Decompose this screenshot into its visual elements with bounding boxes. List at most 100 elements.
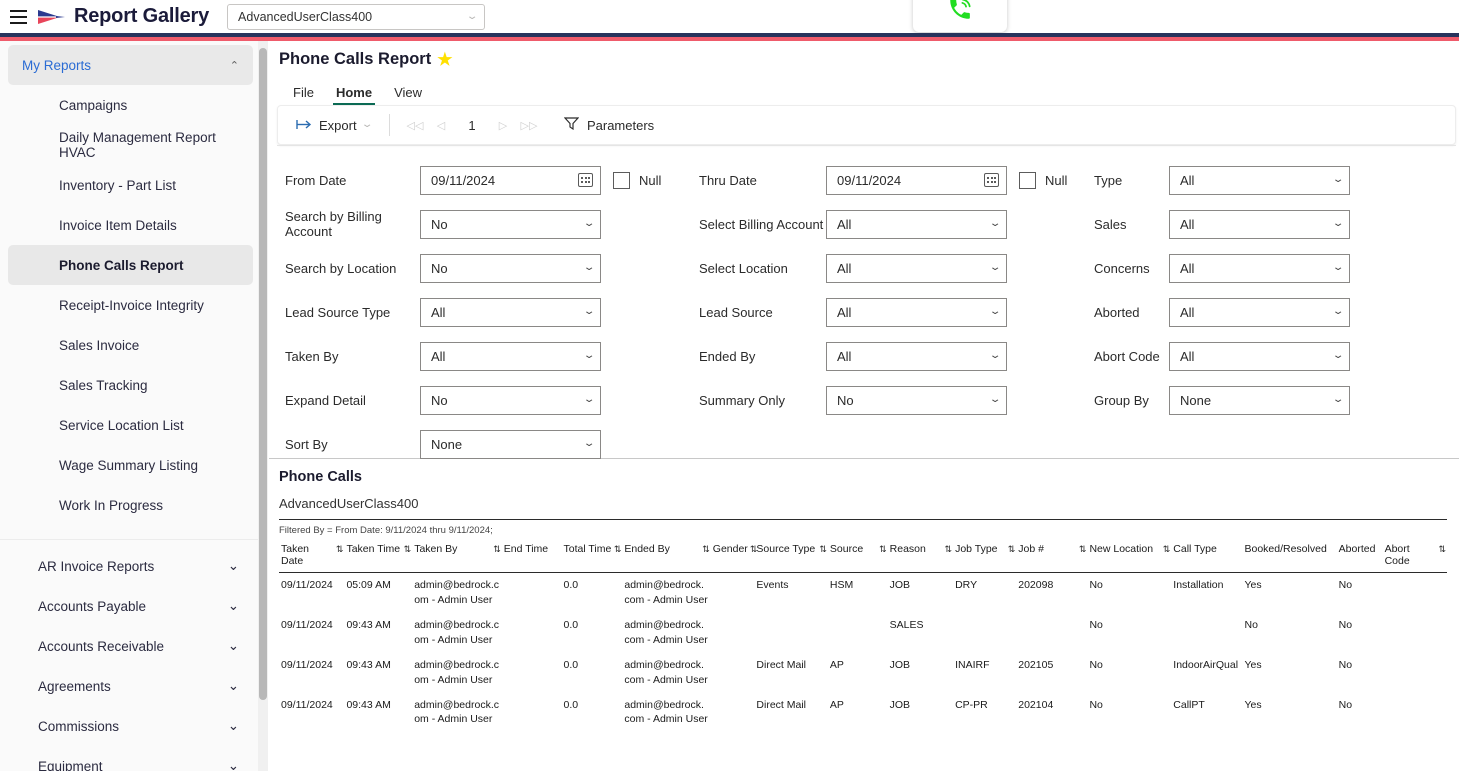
sidebar-group-ar-invoice-reports[interactable]: AR Invoice Reports ⌄ [8,546,253,586]
tab-view[interactable]: View [385,83,431,105]
sort-icon[interactable]: ⇅ [336,543,343,554]
param-search-by-location: Search by Location No ⌄ [285,246,685,290]
search-by-billing-account-select[interactable]: No ⌄ [420,209,601,239]
col-taken-time[interactable]: Taken Time ⇅ [344,540,413,574]
sidebar-item-receipt-invoice-integrity[interactable]: Receipt-Invoice Integrity [8,285,253,325]
sort-icon[interactable]: ⇅ [614,543,621,554]
table-header-row: Taken Date ⇅ Taken Time ⇅ Taken By ⇅ End Ti… [279,540,1447,574]
sidebar-item-sales-tracking[interactable]: Sales Tracking [8,365,253,405]
aborted-select[interactable]: All ⌄ [1169,297,1350,327]
taken-by-select[interactable]: All ⌄ [420,341,601,371]
sidebar-item-invoice-item-details[interactable]: Invoice Item Details [8,205,253,245]
col-gender[interactable]: Gender ⇅ [710,540,757,574]
col-aborted[interactable]: Aborted [1336,540,1383,574]
sort-by-select[interactable]: None ⌄ [420,429,601,459]
user-class-select[interactable]: AdvancedUserClass400 ⌄ [227,3,486,30]
sort-icon[interactable]: ⇅ [750,543,757,554]
hamburger-menu-icon[interactable] [0,0,34,33]
summary-only-select[interactable]: No ⌄ [826,385,1007,415]
sidebar-group-agreements[interactable]: Agreements ⌄ [8,666,253,706]
lead-source-type-select[interactable]: All ⌄ [420,297,601,327]
parameters-button[interactable]: Parameters [563,117,654,133]
col-booked-resolved[interactable]: Booked/Resolved [1242,540,1337,574]
sidebar-group-accounts-receivable[interactable]: Accounts Receivable ⌄ [8,626,253,666]
sidebar-item-sales-invoice[interactable]: Sales Invoice [8,325,253,365]
col-ended-by[interactable]: Ended By ⇅ [622,540,711,574]
search-by-location-select[interactable]: No ⌄ [420,253,601,283]
sort-icon[interactable]: ⇅ [1438,543,1445,554]
table-row[interactable]: 09/11/2024 09:43 AM admin@bedrock.com - … [279,653,1447,693]
col-source[interactable]: Source ⇅ [827,540,888,574]
ended-by-select[interactable]: All ⌄ [826,341,1007,371]
cell-taken-by: admin@bedrock.com - Admin User [414,698,499,726]
col-call-type[interactable]: Call Type [1171,540,1243,574]
from-date-null-checkbox[interactable] [613,171,630,189]
sidebar-item-work-in-progress[interactable]: Work In Progress [8,485,253,525]
sidebar-section-my-reports[interactable]: My Reports ⌃ [8,45,253,85]
sidebar-item-inventory-part-list[interactable]: Inventory - Part List [8,165,253,205]
abort-code-select[interactable]: All ⌄ [1169,341,1350,371]
first-page-icon[interactable]: ◁◁ [402,119,428,132]
sidebar-group-accounts-payable[interactable]: Accounts Payable ⌄ [8,586,253,626]
sidebar-item-phone-calls-report[interactable]: Phone Calls Report [8,245,253,285]
tab-home[interactable]: Home [327,83,381,105]
sort-icon[interactable]: ⇅ [702,543,709,554]
sidebar-item-campaigns[interactable]: Campaigns [8,85,253,125]
cell-job-type: INAIRF [955,658,990,671]
page-number-input[interactable]: 1 [454,118,490,133]
col-taken-by[interactable]: Taken By ⇅ [412,540,502,574]
sort-icon[interactable]: ⇅ [879,543,886,554]
lead-source-select[interactable]: All ⌄ [826,297,1007,327]
table-row[interactable]: 09/11/2024 09:43 AM admin@bedrock.com - … [279,613,1447,653]
thru-date-null-checkbox[interactable] [1019,171,1036,189]
sidebar-group-equipment[interactable]: Equipment ⌄ [8,746,253,771]
thru-date-input[interactable]: 09/11/2024 [826,165,1007,195]
sort-icon[interactable]: ⇅ [1079,543,1086,554]
cell-job-type: CP-PR [955,698,988,711]
sidebar-item-daily-management-report-hvac[interactable]: Daily Management Report HVAC [8,125,253,165]
sort-icon[interactable]: ⇅ [493,543,500,554]
cell-ended-by: admin@bedrock.com - Admin User [624,658,708,686]
sidebar-item-service-location-list[interactable]: Service Location List [8,405,253,445]
tab-file[interactable]: File [284,83,323,105]
sales-select[interactable]: All ⌄ [1169,209,1350,239]
col-end-time[interactable]: End Time [501,540,562,574]
sort-icon[interactable]: ⇅ [1008,543,1015,554]
cell-taken-time: 09:43 AM [346,658,391,671]
sort-icon[interactable]: ⇅ [945,543,952,554]
table-row[interactable]: 09/11/2024 05:09 AM admin@bedrock.com - … [279,573,1447,613]
calendar-icon[interactable] [578,173,593,187]
col-abort-code[interactable]: Abort Code ⇅ [1382,540,1447,574]
table-row[interactable]: 09/11/2024 09:43 AM admin@bedrock.com - … [279,693,1447,733]
type-select[interactable]: All ⌄ [1169,165,1350,195]
last-page-icon[interactable]: ▷▷ [516,119,542,132]
sort-icon[interactable]: ⇅ [1163,543,1170,554]
next-page-icon[interactable]: ▷ [490,119,516,132]
tab-label: File [293,85,314,100]
sort-icon[interactable]: ⇅ [404,543,411,554]
select-location-select[interactable]: All ⌄ [826,253,1007,283]
star-favorite-icon[interactable]: ★ [437,51,452,68]
sidebar-group-commissions[interactable]: Commissions ⌄ [8,706,253,746]
select-billing-account-select[interactable]: All ⌄ [826,209,1007,239]
sidebar-scrollbar-thumb[interactable] [259,48,267,700]
select-value: No [431,392,448,408]
col-job-type[interactable]: Job Type ⇅ [953,540,1017,574]
from-date-input[interactable]: 09/11/2024 [420,165,601,195]
calendar-icon[interactable] [984,173,999,187]
group-by-select[interactable]: None ⌄ [1169,385,1350,415]
sidebar-item-wage-summary-listing[interactable]: Wage Summary Listing [8,445,253,485]
col-total-time[interactable]: Total Time ⇅ [561,540,623,574]
col-source-type[interactable]: Source Type ⇅ [754,540,828,574]
concerns-select[interactable]: All ⌄ [1169,253,1350,283]
cell-job-number: 202104 [1018,698,1054,711]
col-taken-date[interactable]: Taken Date ⇅ [279,540,345,574]
col-new-location[interactable]: New Location ⇅ [1087,540,1172,574]
expand-detail-select[interactable]: No ⌄ [420,385,601,415]
sort-icon[interactable]: ⇅ [819,543,826,554]
phone-call-widget[interactable] [913,0,1007,32]
col-job-number[interactable]: Job # ⇅ [1016,540,1088,574]
prev-page-icon[interactable]: ◁ [428,119,454,132]
col-reason[interactable]: Reason ⇅ [887,540,954,574]
export-button[interactable]: Export ⌄ [290,115,377,136]
